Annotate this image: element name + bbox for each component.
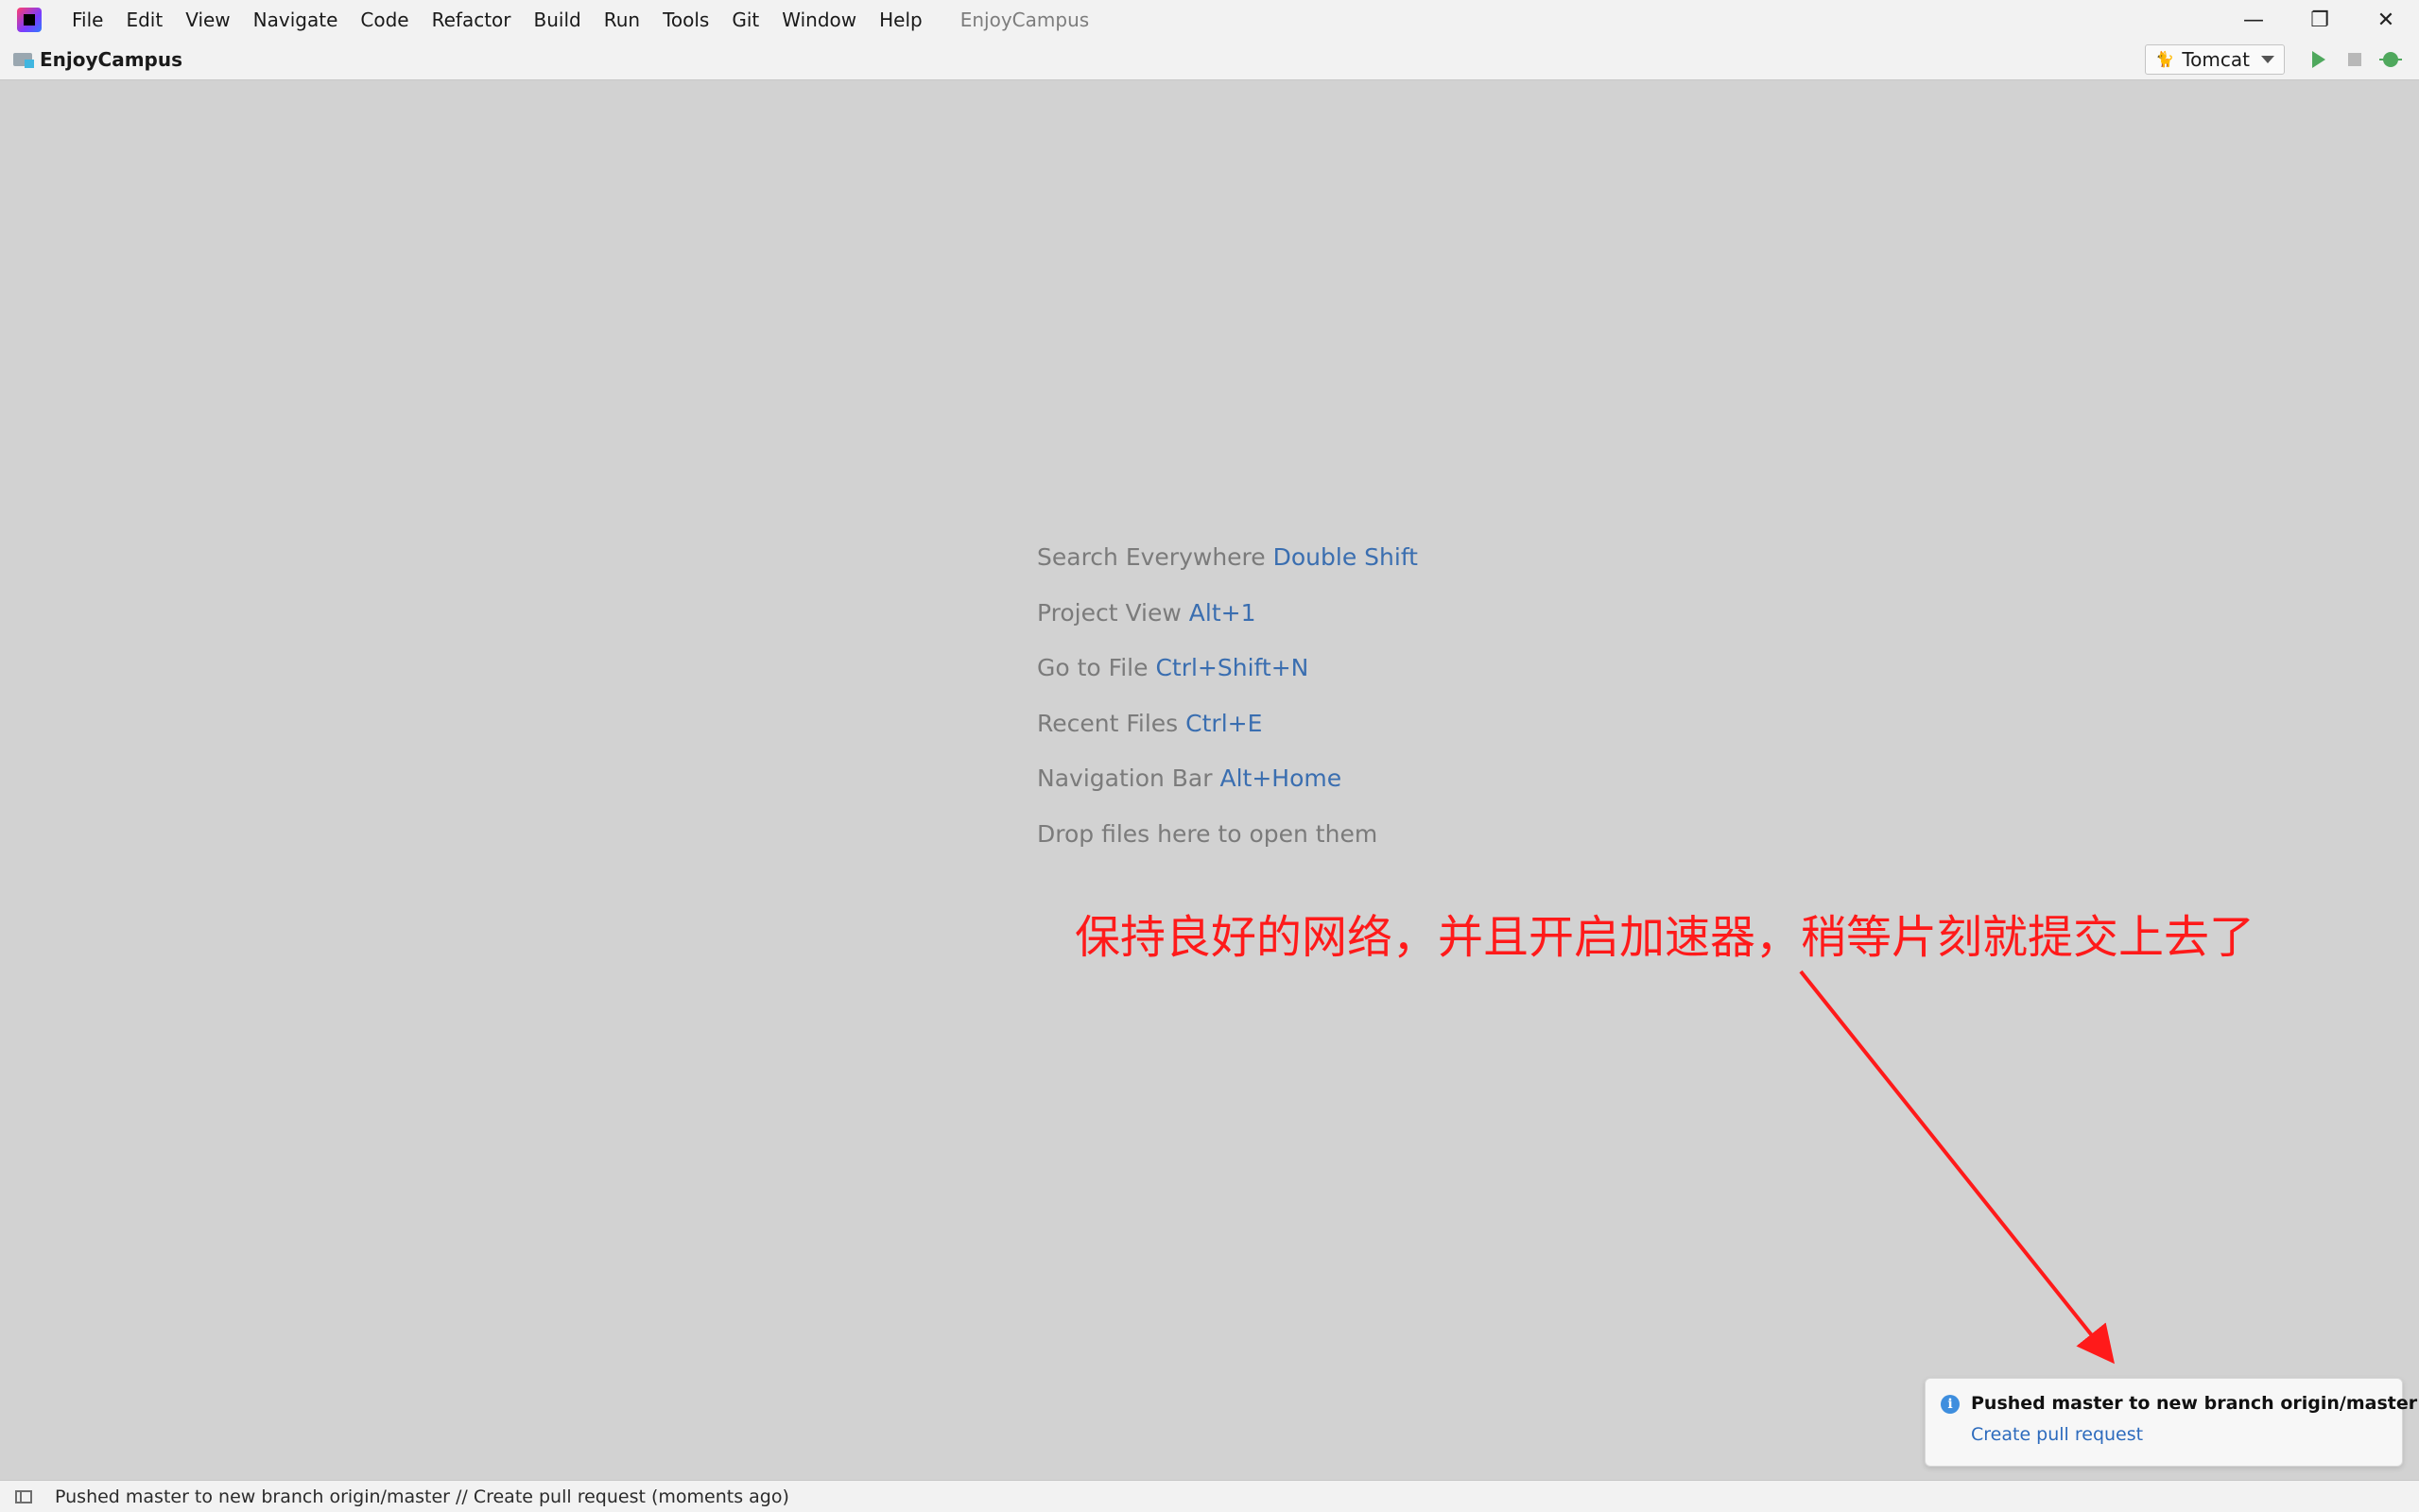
- menu-help[interactable]: Help: [868, 0, 934, 40]
- run-button[interactable]: [2302, 43, 2336, 77]
- run-config-label: Tomcat: [2182, 48, 2250, 71]
- menu-view[interactable]: View: [174, 0, 241, 40]
- run-icon: [2312, 51, 2325, 68]
- hint-drop-files: Drop files here to open them: [1037, 816, 1418, 871]
- menu-tools[interactable]: Tools: [651, 0, 720, 40]
- hint-label: Drop files here to open them: [1037, 819, 1378, 848]
- toggle-tool-windows-icon[interactable]: [15, 1489, 32, 1503]
- restore-button[interactable]: ❐: [2287, 0, 2353, 40]
- menu-navigate[interactable]: Navigate: [242, 0, 350, 40]
- hint-label: Navigation Bar: [1037, 765, 1213, 792]
- close-button[interactable]: ✕: [2353, 0, 2419, 40]
- hint-shortcut: Double Shift: [1272, 543, 1418, 571]
- notification-title: Pushed master to new branch origin/maste…: [1971, 1393, 2418, 1414]
- menu-code[interactable]: Code: [349, 0, 420, 40]
- empty-editor-hints: Search Everywhere Double Shift Project V…: [1037, 539, 1418, 870]
- git-push-notification[interactable]: i Pushed master to new branch origin/mas…: [1925, 1378, 2417, 1467]
- hint-go-to-file: Go to File Ctrl+Shift+N: [1037, 649, 1418, 705]
- menu-bar: File Edit View Navigate Code Refactor Bu…: [0, 0, 2419, 40]
- folder-icon: [13, 51, 34, 68]
- stop-button[interactable]: [2338, 43, 2372, 77]
- menu-window[interactable]: Window: [770, 0, 868, 40]
- annotation-text: 保持良好的网络，并且开启加速器，稍等片刻就提交上去了: [1075, 911, 2255, 964]
- status-message[interactable]: Pushed master to new branch origin/maste…: [55, 1486, 789, 1507]
- menu-file[interactable]: File: [60, 0, 114, 40]
- status-bar: Pushed master to new branch origin/maste…: [0, 1480, 2419, 1512]
- arrow-line: [1799, 970, 2115, 1365]
- hint-navigation-bar: Navigation Bar Alt+Home: [1037, 760, 1418, 816]
- minimize-icon: —: [2243, 8, 2264, 32]
- hint-shortcut: Alt+Home: [1219, 765, 1342, 792]
- menu-edit[interactable]: Edit: [114, 0, 174, 40]
- navigation-bar: EnjoyCampus 🐈 Tomcat: [0, 40, 2419, 80]
- debug-button[interactable]: [2374, 43, 2408, 77]
- tomcat-icon: 🐈: [2155, 50, 2175, 68]
- hint-project-view: Project View Alt+1: [1037, 594, 1418, 650]
- hint-shortcut: Ctrl+Shift+N: [1155, 654, 1309, 681]
- menu-build[interactable]: Build: [523, 0, 593, 40]
- window-controls: — ❐ ✕: [2220, 0, 2419, 40]
- hint-shortcut: Ctrl+E: [1185, 709, 1263, 737]
- intellij-logo-icon: [17, 8, 42, 32]
- chevron-down-icon: [2261, 56, 2274, 63]
- hint-label: Recent Files: [1037, 709, 1179, 737]
- minimize-button[interactable]: —: [2220, 0, 2287, 40]
- info-icon: i: [1941, 1395, 1960, 1414]
- debug-icon: [2379, 52, 2402, 67]
- window-title: EnjoyCampus: [959, 9, 1090, 31]
- menu-run[interactable]: Run: [593, 0, 651, 40]
- restore-icon: ❐: [2310, 8, 2329, 32]
- hint-label: Project View: [1037, 598, 1182, 627]
- create-pull-request-link[interactable]: Create pull request: [1971, 1424, 2143, 1445]
- project-breadcrumb[interactable]: EnjoyCampus: [40, 48, 182, 71]
- hint-search-everywhere: Search Everywhere Double Shift: [1037, 539, 1418, 594]
- menu-refactor[interactable]: Refactor: [421, 0, 523, 40]
- hint-label: Search Everywhere: [1037, 543, 1266, 571]
- hint-shortcut: Alt+1: [1188, 598, 1256, 627]
- run-config-select[interactable]: 🐈 Tomcat: [2145, 44, 2285, 75]
- run-toolbar: 🐈 Tomcat: [2145, 40, 2419, 79]
- stop-icon: [2348, 53, 2361, 66]
- hint-label: Go to File: [1037, 654, 1149, 681]
- menu-git[interactable]: Git: [720, 0, 770, 40]
- hint-recent-files: Recent Files Ctrl+E: [1037, 705, 1418, 761]
- close-icon: ✕: [2376, 8, 2395, 32]
